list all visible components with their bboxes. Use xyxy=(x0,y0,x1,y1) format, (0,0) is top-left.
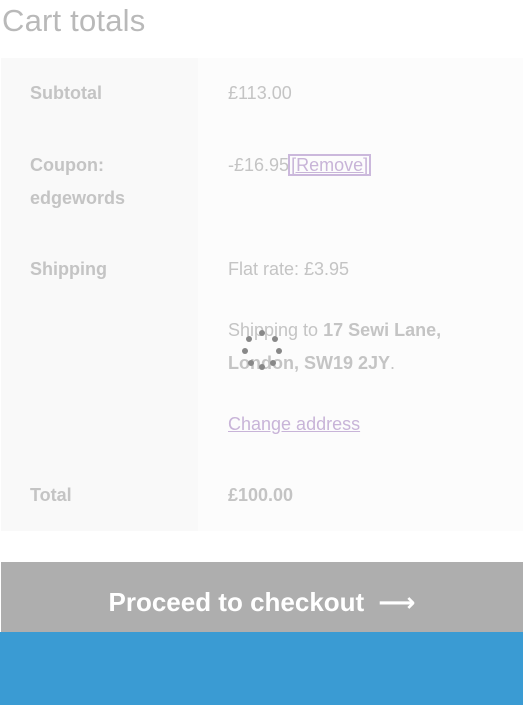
total-row: Total £100.00 xyxy=(1,460,523,531)
shipping-label: Shipping xyxy=(1,234,198,460)
shipping-method: Flat rate: £3.95 xyxy=(228,259,350,279)
cart-totals-page: Cart totals Subtotal £113.00 Coupon: edg… xyxy=(0,0,523,705)
subtotal-label: Subtotal xyxy=(1,58,198,130)
shipping-destination-suffix: . xyxy=(390,353,396,373)
coupon-value-cell: -£16.95 [Remove] xyxy=(198,130,523,234)
total-label: Total xyxy=(1,460,198,531)
footer-bar xyxy=(0,632,523,705)
arrow-right-icon: ⟶ xyxy=(378,587,416,617)
subtotal-value: £113.00 xyxy=(198,58,523,130)
total-value: £100.00 xyxy=(228,485,294,505)
checkout-button-label: Proceed to checkout xyxy=(108,587,365,617)
change-address-link[interactable]: Change address xyxy=(228,414,360,434)
coupon-label: Coupon: edgewords xyxy=(1,130,198,234)
cart-totals-table: Subtotal £113.00 Coupon: edgewords -£16.… xyxy=(1,58,523,531)
cart-totals-heading: Cart totals xyxy=(2,3,146,38)
coupon-code: edgewords xyxy=(30,188,126,208)
proceed-to-checkout-button[interactable]: Proceed to checkout ⟶ xyxy=(1,562,523,642)
remove-coupon-link[interactable]: [Remove] xyxy=(288,154,372,176)
loading-spinner-icon xyxy=(240,330,284,370)
total-value-cell: £100.00 xyxy=(198,460,523,531)
subtotal-row: Subtotal £113.00 xyxy=(1,58,523,130)
coupon-label-prefix: Coupon: xyxy=(30,155,104,175)
coupon-row: Coupon: edgewords -£16.95 [Remove] xyxy=(1,130,523,234)
coupon-discount-value: -£16.95 xyxy=(228,155,290,175)
